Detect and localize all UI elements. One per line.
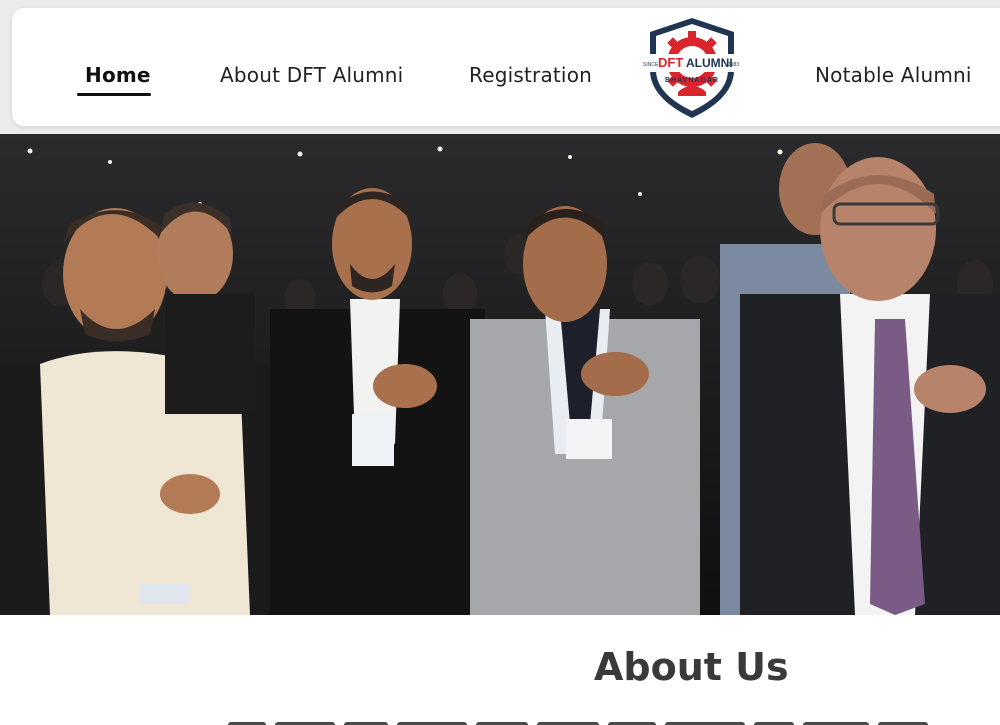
about-section: About Us (0, 615, 1000, 725)
nav-about-label: About DFT Alumni (220, 63, 404, 87)
nav-home[interactable]: Home (77, 63, 151, 96)
logo-since-text: SINCE (643, 62, 659, 68)
nav-home-label: Home (85, 63, 151, 87)
logo-dft-text: DFT (658, 55, 683, 70)
about-title: About Us (594, 645, 789, 689)
nav-about-dft-alumni[interactable]: About DFT Alumni (220, 63, 403, 87)
page: Home About DFT Alumni Registration DFT A… (0, 0, 1000, 725)
logo-alumni-text: ALUMNI (686, 56, 733, 70)
nav-registration-label: Registration (469, 63, 593, 87)
nav-registration[interactable]: Registration (469, 63, 592, 87)
hero-photo (0, 134, 1000, 615)
active-underline (77, 93, 151, 96)
hero-event-image (0, 134, 1000, 615)
logo-year-text: 1983 (728, 62, 739, 68)
nav-notable-label: Notable Alumni (815, 63, 972, 87)
about-paragraph-cutoff (228, 715, 1000, 725)
main-navbar: Home About DFT Alumni Registration DFT A… (12, 8, 1000, 126)
dft-alumni-logo[interactable]: DFT ALUMNI SINCE 1983 BHAVNAGAR (640, 14, 744, 122)
nav-notable-alumni[interactable]: Notable Alumni (815, 63, 972, 87)
logo-city-text: BHAVNAGAR (665, 77, 719, 84)
